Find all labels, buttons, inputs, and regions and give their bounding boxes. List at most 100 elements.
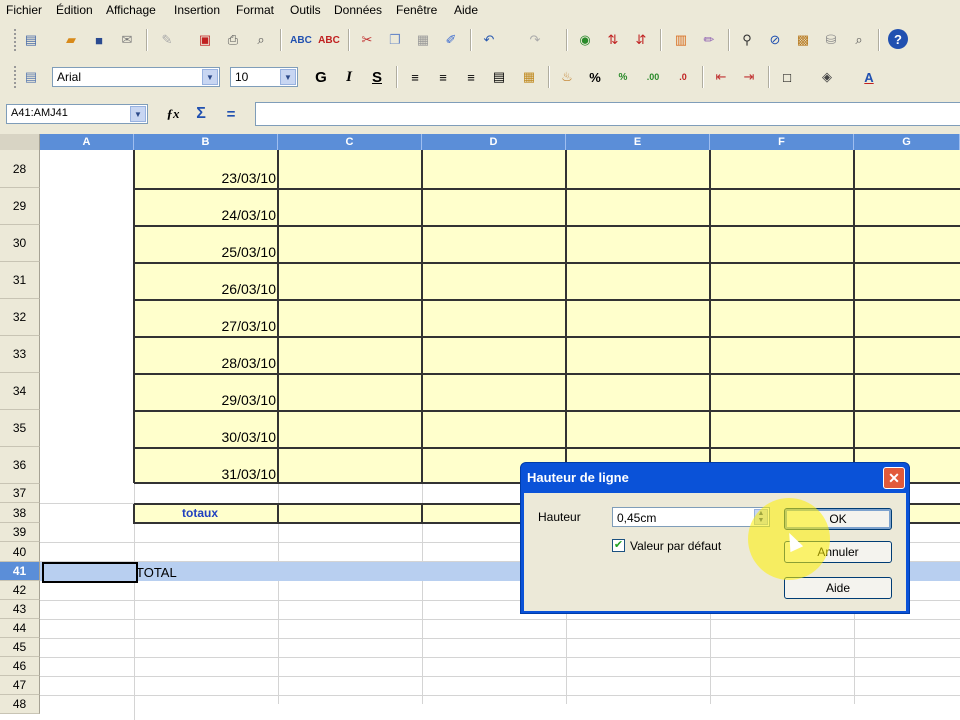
align-center-icon[interactable]: ≡ [432, 66, 454, 88]
menu-fenetre[interactable]: Fenêtre [396, 3, 437, 17]
edit-file-icon[interactable]: ✎ [156, 29, 178, 51]
row-header-36[interactable]: 36 [0, 447, 40, 484]
font-name-combo[interactable]: Arial ▼ [52, 67, 220, 87]
menu-edition[interactable]: Édition [56, 3, 93, 17]
help-icon[interactable]: ? [888, 29, 908, 49]
row-header-40[interactable]: 40 [0, 542, 40, 562]
row-header-38[interactable]: 38 [0, 503, 40, 523]
row-header-46[interactable]: 46 [0, 657, 40, 676]
date-cell[interactable]: 23/03/10 [138, 170, 277, 186]
row-header-33[interactable]: 33 [0, 336, 40, 373]
merge-cells-icon[interactable]: ▦ [518, 66, 540, 88]
row-header-37[interactable]: 37 [0, 484, 40, 503]
chart-icon[interactable]: ▥ [670, 29, 692, 51]
data-sources-icon[interactable]: ⛁ [820, 29, 842, 51]
increase-indent-icon[interactable]: ⇥ [738, 66, 760, 88]
row-header-48[interactable]: 48 [0, 695, 40, 714]
chevron-down-icon[interactable]: ▼ [130, 106, 146, 122]
sort-descending-icon[interactable]: ⇵ [630, 29, 652, 51]
email-icon[interactable]: ✉ [116, 29, 138, 51]
print-icon[interactable]: ⎙ [222, 29, 244, 51]
bold-button[interactable]: G [310, 66, 332, 88]
underline-button[interactable]: S [366, 66, 388, 88]
sort-ascending-icon[interactable]: ⇅ [602, 29, 624, 51]
add-decimal-icon[interactable]: .00 [642, 66, 664, 88]
borders-icon[interactable]: □ [776, 66, 798, 88]
spreadsheet-grid[interactable]: A B C D E F G 28 29 30 31 32 33 34 35 36… [0, 134, 960, 720]
menu-outils[interactable]: Outils [290, 3, 321, 17]
autospell-icon[interactable]: ABC [318, 29, 340, 51]
delete-decimal-icon[interactable]: .0 [672, 66, 694, 88]
currency-format-icon[interactable]: ♨ [556, 66, 578, 88]
column-header-b[interactable]: B [134, 134, 278, 150]
height-spinbox[interactable]: 0,45cm ▲▼ [612, 507, 770, 527]
export-pdf-icon[interactable]: ▣ [194, 29, 216, 51]
navigator-icon[interactable]: ⊘ [764, 29, 786, 51]
gallery-icon[interactable]: ▩ [792, 29, 814, 51]
total-cell[interactable]: TOTAL [136, 565, 177, 580]
redo-icon[interactable]: ↷ [524, 29, 546, 51]
row-header-41[interactable]: 41 [0, 562, 40, 581]
column-header-d[interactable]: D [422, 134, 566, 150]
date-cell[interactable]: 28/03/10 [138, 355, 277, 371]
save-icon[interactable]: ■ [88, 29, 110, 51]
active-cell-a41[interactable] [42, 562, 138, 583]
font-size-combo[interactable]: 10 ▼ [230, 67, 298, 87]
row-header-44[interactable]: 44 [0, 619, 40, 638]
row-header-47[interactable]: 47 [0, 676, 40, 695]
format-paintbrush-icon[interactable]: ✐ [440, 29, 462, 51]
date-cell[interactable]: 30/03/10 [138, 429, 277, 445]
chevron-down-icon[interactable]: ▼ [280, 69, 296, 85]
date-cell[interactable]: 24/03/10 [138, 207, 277, 223]
help-button[interactable]: Aide [784, 577, 892, 599]
function-button[interactable]: = [220, 103, 242, 125]
row-header-32[interactable]: 32 [0, 299, 40, 336]
align-right-icon[interactable]: ≡ [460, 66, 482, 88]
row-header-29[interactable]: 29 [0, 188, 40, 225]
date-cell[interactable]: 27/03/10 [138, 318, 277, 334]
menu-aide[interactable]: Aide [454, 3, 478, 17]
function-wizard-button[interactable]: ƒx [162, 103, 184, 125]
print-preview-icon[interactable]: ⌕ [250, 29, 272, 51]
select-all-corner[interactable] [0, 134, 40, 150]
date-cell[interactable]: 25/03/10 [138, 244, 277, 260]
name-box[interactable]: A41:AMJ41 ▼ [6, 104, 148, 124]
default-value-checkbox[interactable]: ✔ [612, 539, 625, 552]
draw-functions-icon[interactable]: ✏ [698, 29, 720, 51]
justify-icon[interactable]: ▤ [488, 66, 510, 88]
date-cell[interactable]: 29/03/10 [138, 392, 277, 408]
column-header-c[interactable]: C [278, 134, 422, 150]
totaux-cell[interactable]: totaux [182, 506, 218, 520]
row-header-42[interactable]: 42 [0, 581, 40, 600]
row-header-35[interactable]: 35 [0, 410, 40, 447]
close-icon[interactable]: ✕ [883, 467, 905, 489]
date-cell[interactable]: 26/03/10 [138, 281, 277, 297]
menu-format[interactable]: Format [236, 3, 274, 17]
zoom-icon[interactable]: ⌕ [848, 29, 870, 51]
menu-fichier[interactable]: Fichier [6, 3, 42, 17]
date-cell[interactable]: 31/03/10 [138, 466, 277, 482]
sum-button[interactable]: Σ [190, 103, 212, 125]
row-header-34[interactable]: 34 [0, 373, 40, 410]
column-header-e[interactable]: E [566, 134, 710, 150]
row-header-45[interactable]: 45 [0, 638, 40, 657]
menu-affichage[interactable]: Affichage [106, 3, 156, 17]
row-header-31[interactable]: 31 [0, 262, 40, 299]
hyperlink-icon[interactable]: ◉ [574, 29, 596, 51]
row-header-39[interactable]: 39 [0, 523, 40, 542]
align-left-icon[interactable]: ≡ [404, 66, 426, 88]
menu-insertion[interactable]: Insertion [174, 3, 220, 17]
formula-input[interactable] [255, 102, 960, 126]
background-color-icon[interactable]: ◈ [816, 66, 838, 88]
cut-icon[interactable]: ✂ [356, 29, 378, 51]
standard-format-icon[interactable]: % [612, 66, 634, 88]
row-header-43[interactable]: 43 [0, 600, 40, 619]
italic-button[interactable]: I [338, 66, 360, 88]
row-header-30[interactable]: 30 [0, 225, 40, 262]
column-header-a[interactable]: A [40, 134, 134, 150]
menu-donnees[interactable]: Données [334, 3, 382, 17]
column-header-g[interactable]: G [854, 134, 960, 150]
row-header-28[interactable]: 28 [0, 150, 40, 188]
spellcheck-icon[interactable]: ABC [290, 29, 312, 51]
decrease-indent-icon[interactable]: ⇤ [710, 66, 732, 88]
